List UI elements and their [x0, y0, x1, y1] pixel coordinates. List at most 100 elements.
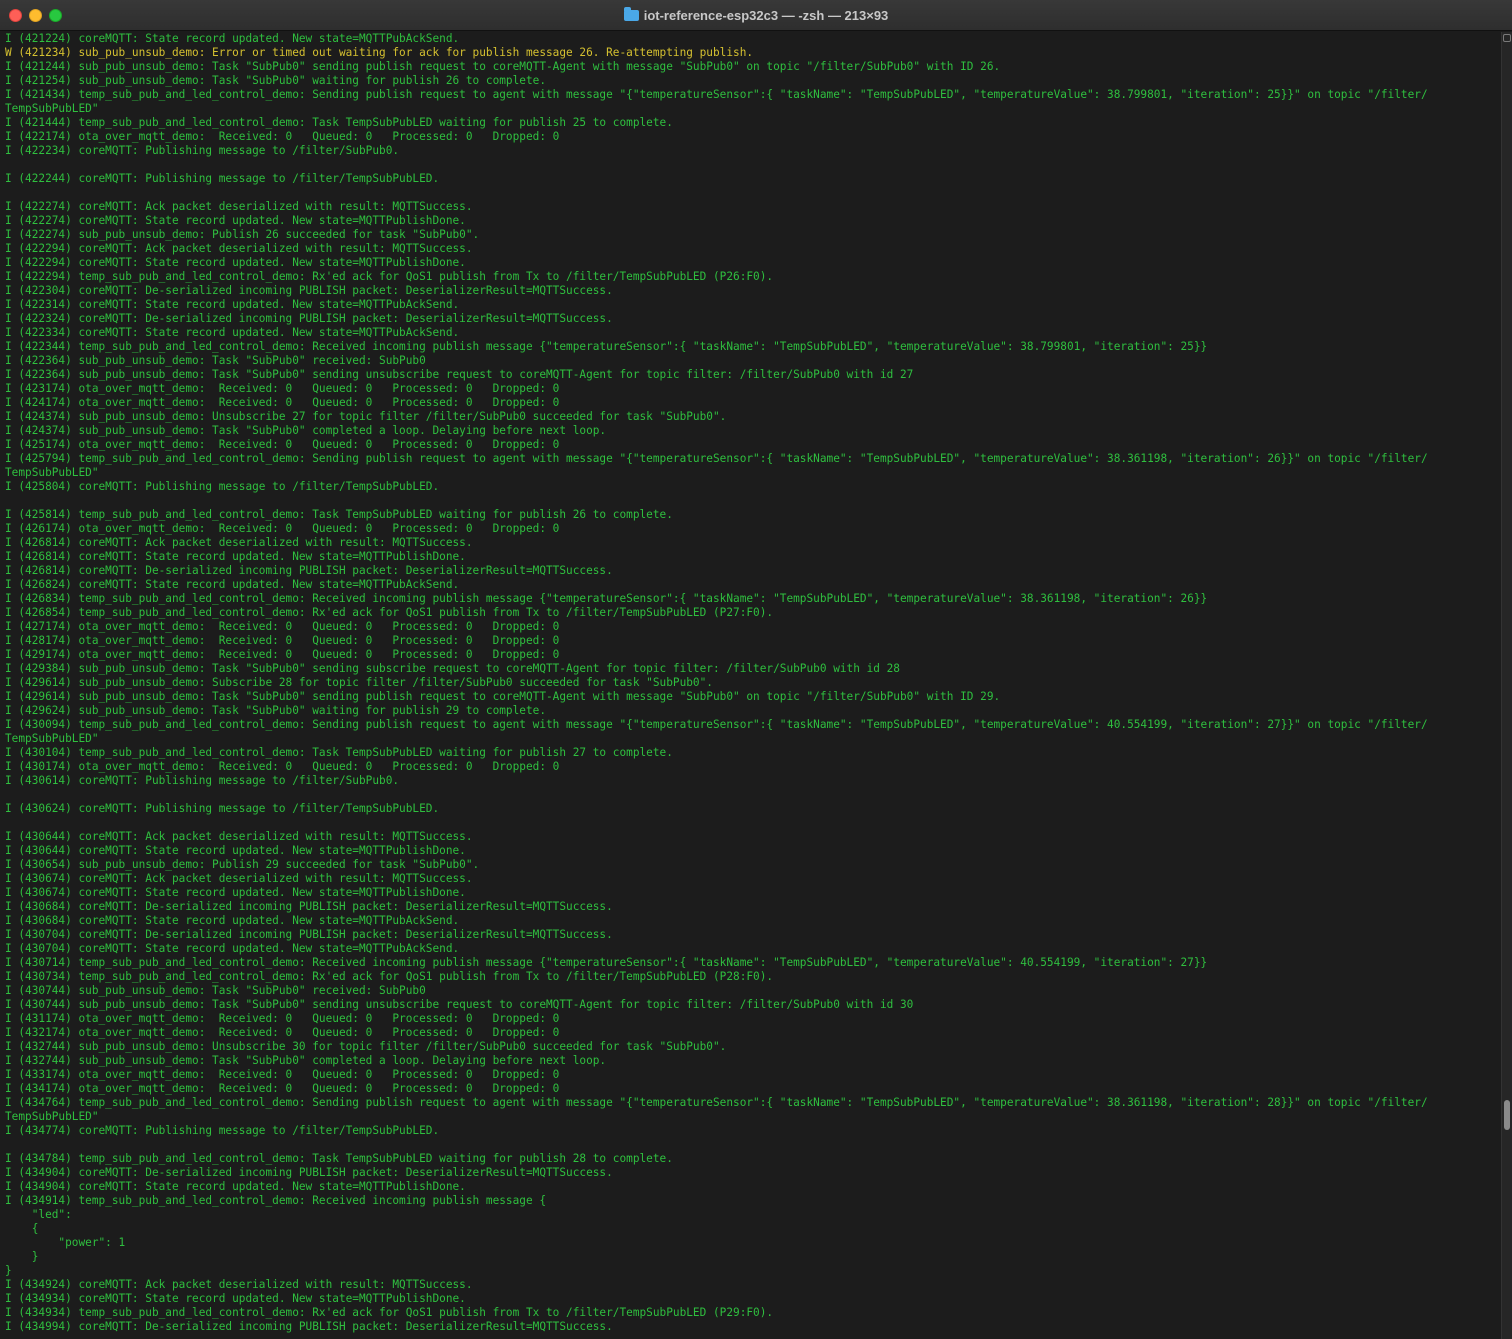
log-line: I (434914) temp_sub_pub_and_led_control_…: [5, 1194, 546, 1207]
log-line: I (434924) coreMQTT: Ack packet deserial…: [5, 1278, 473, 1291]
log-line: "led":: [5, 1208, 72, 1221]
log-line: I (434174) ota_over_mqtt_demo: Received:…: [5, 1082, 560, 1095]
log-line: I (422274) coreMQTT: State record update…: [5, 214, 466, 227]
log-line: I (434774) coreMQTT: Publishing message …: [5, 1124, 440, 1137]
log-line: }: [5, 1250, 39, 1263]
log-line: I (425804) coreMQTT: Publishing message …: [5, 480, 440, 493]
log-line: I (432174) ota_over_mqtt_demo: Received:…: [5, 1026, 560, 1039]
log-line: I (426174) ota_over_mqtt_demo: Received:…: [5, 522, 560, 535]
log-line: I (426834) temp_sub_pub_and_led_control_…: [5, 592, 1208, 605]
log-line: I (422234) coreMQTT: Publishing message …: [5, 144, 400, 157]
log-line: I (434904) coreMQTT: State record update…: [5, 1180, 466, 1193]
log-line: I (424174) ota_over_mqtt_demo: Received:…: [5, 396, 560, 409]
log-line: I (423174) ota_over_mqtt_demo: Received:…: [5, 382, 560, 395]
log-line: I (430174) ota_over_mqtt_demo: Received:…: [5, 760, 560, 773]
log-line: I (429614) sub_pub_unsub_demo: Task "Sub…: [5, 690, 1001, 703]
log-line: I (430684) coreMQTT: State record update…: [5, 914, 460, 927]
log-line: I (430674) coreMQTT: State record update…: [5, 886, 466, 899]
log-line: I (434994) coreMQTT: De-serialized incom…: [5, 1320, 613, 1333]
terminal-output[interactable]: I (421224) coreMQTT: State record update…: [0, 32, 1498, 1339]
log-line: I (431174) ota_over_mqtt_demo: Received:…: [5, 1012, 560, 1025]
log-line: I (422364) sub_pub_unsub_demo: Task "Sub…: [5, 368, 914, 381]
log-line: I (425814) temp_sub_pub_and_led_control_…: [5, 508, 673, 521]
log-line: TempSubPubLED": [5, 1110, 99, 1123]
log-line: I (430744) sub_pub_unsub_demo: Task "Sub…: [5, 998, 914, 1011]
vertical-scrollbar[interactable]: [1501, 32, 1512, 1339]
log-line: I (426814) coreMQTT: Ack packet deserial…: [5, 536, 473, 549]
log-line: I (430744) sub_pub_unsub_demo: Task "Sub…: [5, 984, 426, 997]
log-line: I (422244) coreMQTT: Publishing message …: [5, 172, 440, 185]
window-title-text: iot-reference-esp32c3 — -zsh — 213×93: [643, 8, 889, 23]
log-line: I (430104) temp_sub_pub_and_led_control_…: [5, 746, 673, 759]
scrollbar-thumb[interactable]: [1504, 1100, 1510, 1130]
log-line: I (433174) ota_over_mqtt_demo: Received:…: [5, 1068, 560, 1081]
log-line: I (429174) ota_over_mqtt_demo: Received:…: [5, 648, 560, 661]
log-line: I (430644) coreMQTT: Ack packet deserial…: [5, 830, 473, 843]
log-line: I (422274) sub_pub_unsub_demo: Publish 2…: [5, 228, 480, 241]
title-bar[interactable]: iot-reference-esp32c3 — -zsh — 213×93: [0, 0, 1512, 31]
log-line: I (422364) sub_pub_unsub_demo: Task "Sub…: [5, 354, 426, 367]
log-line: I (422174) ota_over_mqtt_demo: Received:…: [5, 130, 560, 143]
log-line: I (428174) ota_over_mqtt_demo: Received:…: [5, 634, 560, 647]
log-line: I (430684) coreMQTT: De-serialized incom…: [5, 900, 613, 913]
log-line: I (430644) coreMQTT: State record update…: [5, 844, 466, 857]
log-line: I (421224) coreMQTT: State record update…: [5, 32, 460, 45]
log-line: I (424374) sub_pub_unsub_demo: Task "Sub…: [5, 424, 607, 437]
log-line: }: [5, 1264, 12, 1277]
log-line: I (434784) temp_sub_pub_and_led_control_…: [5, 1152, 673, 1165]
log-line: I (432744) sub_pub_unsub_demo: Task "Sub…: [5, 1054, 607, 1067]
log-line: I (421434) temp_sub_pub_and_led_control_…: [5, 88, 1428, 101]
log-line: I (430654) sub_pub_unsub_demo: Publish 2…: [5, 858, 480, 871]
log-line: I (434904) coreMQTT: De-serialized incom…: [5, 1166, 613, 1179]
log-line: I (430614) coreMQTT: Publishing message …: [5, 774, 400, 787]
log-line: I (422344) temp_sub_pub_and_led_control_…: [5, 340, 1208, 353]
log-line: I (430094) temp_sub_pub_and_led_control_…: [5, 718, 1428, 731]
log-line: "power": 1: [5, 1236, 126, 1249]
log-line: I (422294) coreMQTT: Ack packet deserial…: [5, 242, 473, 255]
log-line: I (422294) coreMQTT: State record update…: [5, 256, 466, 269]
log-line: TempSubPubLED": [5, 102, 99, 115]
log-line: I (425794) temp_sub_pub_and_led_control_…: [5, 452, 1428, 465]
log-line: I (424374) sub_pub_unsub_demo: Unsubscri…: [5, 410, 727, 423]
log-line: I (426854) temp_sub_pub_and_led_control_…: [5, 606, 774, 619]
folder-icon: [623, 7, 639, 21]
log-line: I (421254) sub_pub_unsub_demo: Task "Sub…: [5, 74, 546, 87]
log-line: TempSubPubLED": [5, 466, 99, 479]
log-line: I (429614) sub_pub_unsub_demo: Subscribe…: [5, 676, 713, 689]
log-line: I (434934) temp_sub_pub_and_led_control_…: [5, 1306, 774, 1319]
log-line: I (434764) temp_sub_pub_and_led_control_…: [5, 1096, 1428, 1109]
log-line: I (422314) coreMQTT: State record update…: [5, 298, 460, 311]
terminal-window: iot-reference-esp32c3 — -zsh — 213×93 I …: [0, 0, 1512, 1339]
log-line: I (430704) coreMQTT: De-serialized incom…: [5, 928, 613, 941]
log-line: I (426824) coreMQTT: State record update…: [5, 578, 460, 591]
log-line: I (430624) coreMQTT: Publishing message …: [5, 802, 440, 815]
window-title: iot-reference-esp32c3 — -zsh — 213×93: [0, 0, 1512, 31]
log-line: I (421244) sub_pub_unsub_demo: Task "Sub…: [5, 60, 1001, 73]
log-line: I (422334) coreMQTT: State record update…: [5, 326, 460, 339]
log-line: I (426814) coreMQTT: State record update…: [5, 550, 466, 563]
log-line: I (430714) temp_sub_pub_and_led_control_…: [5, 956, 1208, 969]
log-line: I (427174) ota_over_mqtt_demo: Received:…: [5, 620, 560, 633]
log-line: I (432744) sub_pub_unsub_demo: Unsubscri…: [5, 1040, 727, 1053]
log-line: I (429384) sub_pub_unsub_demo: Task "Sub…: [5, 662, 900, 675]
scroll-up-icon[interactable]: [1503, 34, 1511, 42]
log-line: I (422274) coreMQTT: Ack packet deserial…: [5, 200, 473, 213]
log-line-warning: W (421234) sub_pub_unsub_demo: Error or …: [5, 46, 754, 59]
log-line: I (430734) temp_sub_pub_and_led_control_…: [5, 970, 774, 983]
log-line: I (421444) temp_sub_pub_and_led_control_…: [5, 116, 673, 129]
log-line: I (426814) coreMQTT: De-serialized incom…: [5, 564, 613, 577]
log-line: {: [5, 1222, 39, 1235]
log-line: I (422304) coreMQTT: De-serialized incom…: [5, 284, 613, 297]
log-line: I (422294) temp_sub_pub_and_led_control_…: [5, 270, 774, 283]
log-line: TempSubPubLED": [5, 732, 99, 745]
log-line: I (430674) coreMQTT: Ack packet deserial…: [5, 872, 473, 885]
log-line: I (434934) coreMQTT: State record update…: [5, 1292, 466, 1305]
log-line: I (422324) coreMQTT: De-serialized incom…: [5, 312, 613, 325]
log-line: I (425174) ota_over_mqtt_demo: Received:…: [5, 438, 560, 451]
